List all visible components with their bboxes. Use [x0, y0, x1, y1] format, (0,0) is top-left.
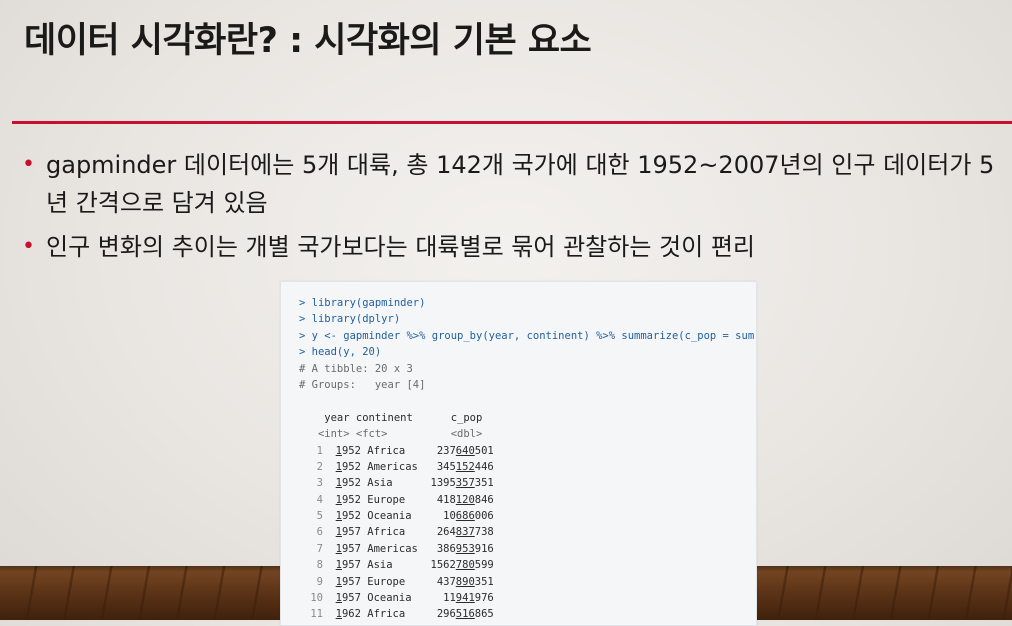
bullet-item: • 인구 변화의 추이는 개별 국가보다는 대륙별로 묶어 관찰하는 것이 편리	[22, 228, 997, 266]
console-comment: # A tibble: 20 x 3	[299, 362, 413, 375]
row-index: 10	[310, 592, 323, 605]
console-command: > head(y, 20)	[299, 346, 382, 359]
cell-pop-thousands: 120	[455, 493, 475, 506]
cell-pop-thousands: 953	[455, 542, 475, 555]
cell-continent: Oceania	[360, 592, 425, 605]
row-index: 11	[310, 608, 323, 621]
cell-pop-thousands: 516	[455, 608, 475, 621]
cell-pop-millions: 345	[436, 460, 456, 473]
cell-year-rest: 957	[341, 575, 361, 588]
cell-pop-thousands: 640	[455, 444, 475, 457]
cell-continent: Africa	[360, 526, 425, 539]
row-index: 3	[316, 477, 323, 490]
bullet-list: • gapminder 데이터에는 5개 대륙, 총 142개 국가에 대한 1…	[22, 146, 997, 272]
cell-continent: Asia	[360, 559, 425, 572]
r-console-screenshot: > library(gapminder) > library(dplyr) > …	[280, 281, 757, 626]
cell-pop-millions: 296	[436, 608, 456, 621]
table-row: 4 1952 Europe 418120846	[299, 492, 756, 508]
cell-pop-units: 846	[474, 493, 494, 506]
cell-year-rest: 962	[341, 608, 361, 621]
slide-title: 데이터 시각화란? : 시각화의 기본 요소	[24, 21, 592, 61]
cell-pop-thousands: 941	[455, 592, 475, 605]
table-row: 8 1957 Asia 1562780599	[299, 557, 756, 573]
cell-pop-units: 738	[474, 526, 494, 539]
cell-continent: Europe	[360, 493, 425, 506]
cell-year-rest: 952	[341, 510, 361, 523]
cell-pop-thousands: 890	[455, 575, 475, 588]
cell-pop-units: 599	[474, 559, 494, 572]
cell-pop-millions: 11	[443, 592, 456, 605]
cell-pop-millions: 1395	[430, 477, 456, 490]
cell-year-rest: 957	[341, 559, 361, 572]
table-row: 3 1952 Asia 1395357351	[299, 475, 756, 491]
table-row: 10 1957 Oceania 11941976	[299, 590, 756, 606]
cell-pop-millions: 418	[436, 493, 456, 506]
cell-pop-units: 976	[474, 592, 494, 605]
bullet-text: 인구 변화의 추이는 개별 국가보다는 대륙별로 묶어 관찰하는 것이 편리	[46, 233, 755, 261]
cell-continent: Oceania	[360, 510, 425, 523]
cell-pop-thousands: 357	[455, 477, 475, 490]
cell-pop-millions: 264	[436, 526, 456, 539]
table-row: 11 1962 Africa 296516865	[299, 606, 756, 622]
cell-pop-units: 351	[474, 477, 494, 490]
table-row: 6 1957 Africa 264837738	[299, 524, 756, 540]
cell-pop-thousands: 152	[455, 460, 475, 473]
cell-pop-units: 501	[474, 444, 494, 457]
console-command: > library(dplyr)	[299, 313, 401, 326]
console-command: > library(gapminder)	[299, 297, 426, 309]
row-index: 4	[316, 493, 323, 506]
cell-year-rest: 952	[341, 444, 361, 457]
row-index: 8	[316, 559, 323, 572]
bullet-dot-icon: •	[22, 152, 35, 177]
table-row: 9 1957 Europe 437890351	[299, 574, 756, 590]
cell-pop-units: 351	[474, 575, 494, 588]
row-index: 6	[316, 526, 323, 539]
cell-pop-units: 916	[474, 542, 494, 555]
console-command: > y <- gapminder %>% group_by(year, cont…	[299, 329, 757, 342]
cell-year-rest: 952	[341, 477, 361, 490]
cell-pop-millions: 237	[436, 444, 456, 457]
cell-year-rest: 952	[341, 493, 361, 506]
cell-continent: Europe	[360, 575, 425, 588]
cell-continent: Africa	[360, 444, 425, 457]
cell-year-rest: 952	[341, 460, 361, 473]
row-index: 2	[316, 460, 323, 473]
bullet-item: • gapminder 데이터에는 5개 대륙, 총 142개 국가에 대한 1…	[22, 146, 997, 222]
cell-pop-thousands: 837	[455, 526, 475, 539]
tibble-rows: 1 1952 Africa 237640501 2 1952 Americas 3…	[299, 443, 756, 623]
cell-pop-units: 446	[474, 460, 494, 473]
cell-pop-units: 865	[474, 608, 494, 621]
table-row: 7 1957 Americas 386953916	[299, 541, 756, 557]
cell-year-rest: 957	[341, 592, 361, 605]
cell-pop-thousands: 686	[455, 510, 475, 523]
cell-pop-millions: 386	[436, 542, 456, 555]
row-index: 7	[316, 542, 323, 555]
bullet-text: gapminder 데이터에는 5개 대륙, 총 142개 국가에 대한 195…	[46, 151, 995, 217]
cell-continent: Americas	[360, 460, 425, 473]
cell-pop-millions: 1562	[430, 559, 456, 572]
table-row: 2 1952 Americas 345152446	[299, 459, 756, 475]
cell-year-rest: 957	[341, 542, 361, 555]
tibble-header: year continent c_pop	[299, 411, 483, 424]
cell-continent: Americas	[360, 542, 425, 555]
row-index: 5	[316, 510, 323, 523]
bullet-dot-icon: •	[22, 234, 35, 259]
cell-continent: Asia	[360, 477, 425, 490]
row-index: 1	[316, 444, 323, 457]
cell-pop-millions: 10	[443, 510, 456, 523]
tibble-types: <int> <fct> <dbl>	[299, 428, 483, 441]
cell-pop-units: 006	[474, 510, 494, 523]
table-row: 5 1952 Oceania 10686006	[299, 508, 756, 524]
table-row: 1 1952 Africa 237640501	[299, 443, 756, 459]
cell-year-rest: 957	[341, 526, 361, 539]
cell-pop-millions: 437	[436, 575, 456, 588]
console-comment: # Groups: year [4]	[299, 378, 426, 391]
title-divider	[12, 121, 1012, 124]
cell-pop-thousands: 780	[455, 559, 475, 572]
cell-continent: Africa	[360, 608, 425, 621]
row-index: 9	[316, 575, 323, 588]
